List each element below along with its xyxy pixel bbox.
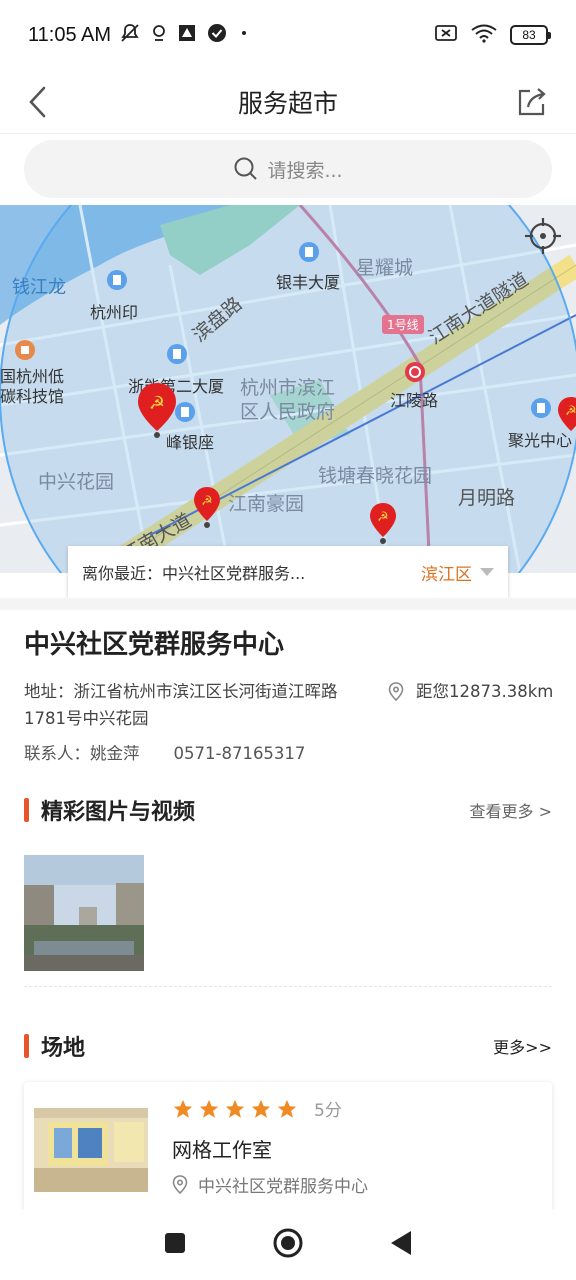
map-label: 银丰大厦	[276, 273, 341, 292]
battery-icon: 83	[510, 25, 551, 45]
venue-section-header: 场地 更多>>	[24, 1030, 552, 1062]
venue-location-text: 中兴社区党群服务中心	[198, 1177, 368, 1197]
venue-name: 网格工作室	[172, 1138, 272, 1162]
status-icons-right: 83	[434, 23, 551, 48]
svg-text:☭: ☭	[201, 494, 213, 509]
svg-text:☭: ☭	[149, 393, 165, 414]
recents-button[interactable]	[163, 1231, 187, 1259]
search-bar[interactable]: 请搜索...	[24, 140, 552, 198]
map-label: 中兴花园	[38, 471, 115, 493]
star-icon	[277, 1099, 297, 1118]
distance-text: 距您12873.38km	[416, 682, 554, 701]
map-label: 1号线	[382, 315, 424, 334]
sim-icon	[434, 23, 458, 48]
map-label: 月明路	[458, 487, 516, 509]
nearest-label: 离你最近：中兴社区党群服务...	[82, 564, 306, 583]
venue-rating: 5分	[172, 1096, 342, 1121]
map-label: 钱江龙	[12, 277, 66, 298]
locate-button[interactable]	[524, 217, 564, 257]
section-accent-bar	[24, 1034, 29, 1058]
status-icons-left	[119, 23, 251, 48]
poi-marker-icon[interactable]	[166, 343, 188, 365]
map-label: 区人民政府	[240, 401, 336, 423]
map-label: 钱塘春晓花园	[318, 465, 433, 487]
district-select[interactable]: 滨江区	[421, 560, 472, 585]
party-pin-icon[interactable]: ☭	[192, 485, 222, 529]
star-icon	[251, 1099, 271, 1118]
map-label: 杭州印	[90, 303, 139, 322]
venue-more-link[interactable]: 更多>>	[493, 1034, 552, 1058]
photo-image	[24, 855, 144, 971]
star-icon	[225, 1099, 245, 1118]
triangle-back-icon	[391, 1231, 412, 1255]
map-label: 星耀城	[356, 257, 414, 279]
venue-image	[34, 1108, 148, 1192]
status-bar: 11:05 AM 83	[0, 0, 576, 70]
chevron-down-icon[interactable]	[480, 568, 494, 576]
media-photo-thumbnail[interactable]	[24, 855, 144, 971]
wifi-icon	[470, 23, 498, 48]
search-placeholder: 请搜索...	[267, 159, 343, 182]
place-contact: 联系人：姚金萍 0571-87165317	[24, 740, 305, 767]
media-section-title: 精彩图片与视频	[41, 800, 196, 825]
svg-text:☭: ☭	[377, 510, 389, 525]
system-nav-bar	[0, 1210, 576, 1280]
page-title: 服务超市	[237, 88, 338, 118]
venue-score: 5分	[314, 1101, 342, 1121]
party-pin-icon[interactable]: ☭	[556, 395, 576, 439]
check-icon	[207, 23, 227, 48]
venue-thumbnail	[34, 1108, 148, 1192]
map-label: 江南豪园	[228, 493, 305, 515]
location-pin-icon	[172, 1174, 188, 1194]
map-view[interactable]: 钱江龙 杭州印 滨盘路 银丰大厦 星耀城 1号线 江南大道隧道 国杭州低 碳科技…	[0, 205, 576, 573]
venue-section-title: 场地	[41, 1036, 86, 1061]
contact-person: 联系人：姚金萍	[24, 744, 140, 763]
back-button[interactable]	[26, 82, 66, 122]
place-address: 地址：浙江省杭州市滨江区长河街道江晖路1781号中兴花园	[24, 682, 338, 728]
venue-card[interactable]: 5分 网格工作室 中兴社区党群服务中心	[24, 1082, 552, 1212]
party-pin-selected-icon[interactable]: ☭	[136, 381, 178, 439]
app-icon	[177, 23, 197, 48]
party-pin-icon[interactable]: ☭	[368, 501, 398, 545]
share-icon	[518, 88, 546, 116]
place-distance: 距您12873.38km	[388, 678, 553, 705]
crosshair-icon	[525, 218, 561, 254]
section-accent-bar	[24, 798, 29, 822]
svg-text:☭: ☭	[565, 404, 576, 419]
back-nav-button[interactable]	[389, 1229, 413, 1261]
nearest-location-bar[interactable]: 离你最近：中兴社区党群服务... 滨江区	[68, 546, 508, 598]
battery-level: 83	[522, 28, 536, 42]
map-label: 江陵路	[390, 391, 439, 410]
venue-location: 中兴社区党群服务中心	[172, 1172, 368, 1197]
map-label: 杭州市滨江	[240, 377, 336, 399]
status-time: 11:05 AM	[28, 23, 112, 46]
map-label: 碳科技馆	[0, 387, 65, 406]
poi-marker-icon[interactable]	[530, 397, 552, 419]
app-header: 服务超市	[0, 70, 576, 134]
poi-marker-icon[interactable]	[106, 269, 128, 291]
dot-icon	[237, 23, 251, 48]
star-icon	[199, 1099, 219, 1118]
home-circle-icon	[273, 1228, 303, 1258]
square-icon	[164, 1233, 185, 1253]
poi-marker-icon[interactable]	[298, 241, 320, 263]
media-section-header: 精彩图片与视频 查看更多 >	[24, 794, 552, 826]
search-icon	[234, 157, 258, 180]
home-button[interactable]	[272, 1227, 304, 1263]
section-divider	[0, 598, 576, 610]
location-pin-icon	[388, 681, 404, 701]
poi-marker-icon[interactable]	[14, 339, 36, 361]
contact-phone[interactable]: 0571-87165317	[174, 740, 306, 767]
metro-station-icon[interactable]	[404, 361, 426, 383]
star-icon	[173, 1099, 193, 1118]
mute-icon	[119, 23, 141, 48]
location-icon	[151, 23, 167, 48]
place-title: 中兴社区党群服务中心	[24, 630, 285, 660]
share-button[interactable]	[512, 82, 552, 122]
dashed-divider	[24, 986, 552, 987]
chevron-left-icon	[29, 86, 46, 118]
media-more-link[interactable]: 查看更多 >	[470, 798, 553, 822]
